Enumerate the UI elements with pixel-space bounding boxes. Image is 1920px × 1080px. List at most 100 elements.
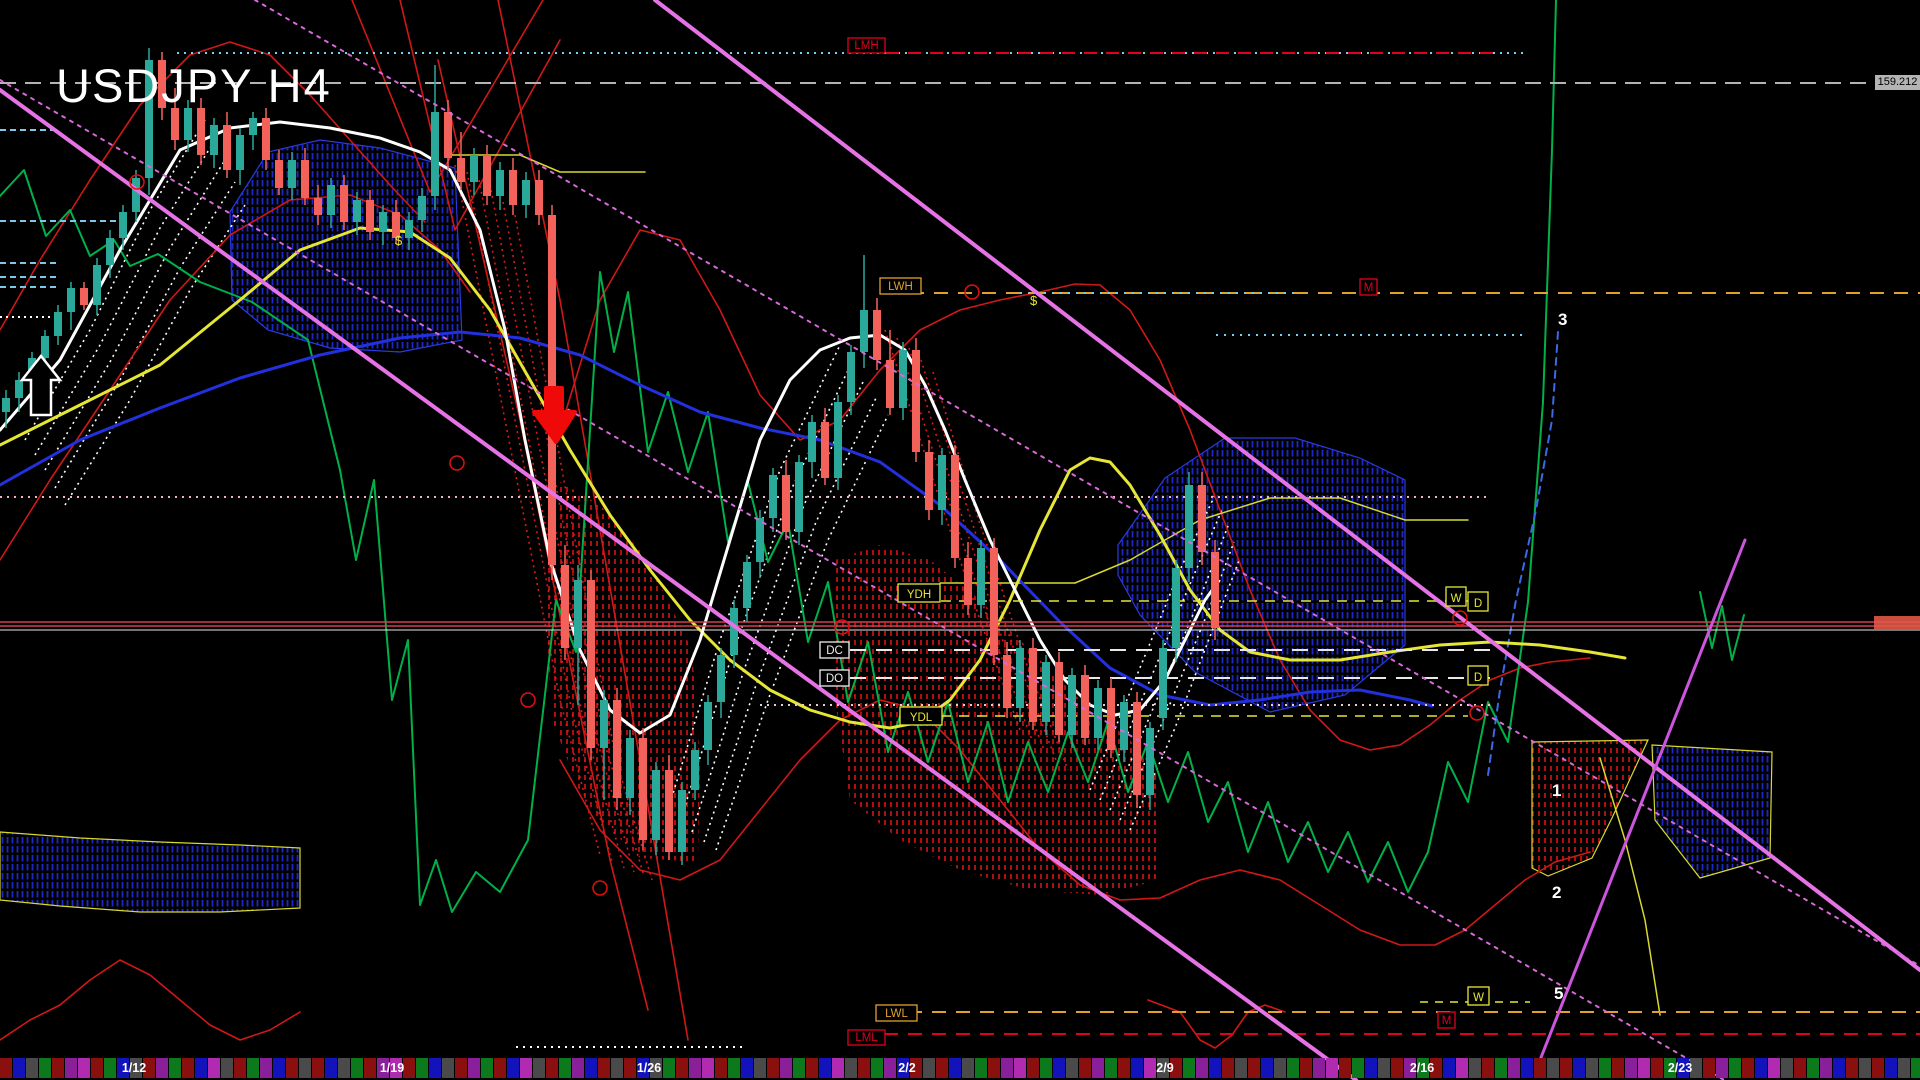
chart-window: USDJPY H4 159.212 $$3125 LMHLWHMYDHDCDOY…: [0, 0, 1920, 1080]
timeline-strip-block: [663, 1058, 675, 1078]
timeline-strip-block: [1859, 1058, 1871, 1078]
date-label: 2/2: [898, 1061, 915, 1075]
dc-label: DC: [826, 645, 843, 657]
timeline-strip-block: [52, 1058, 64, 1078]
timeline-strip-block: [1755, 1058, 1767, 1078]
timeline-strip-block: [481, 1058, 493, 1078]
timeline-strip-block: [871, 1058, 883, 1078]
date-label: 1/12: [122, 1061, 146, 1075]
lwh-label: LWH: [888, 281, 913, 293]
weekly-pivot-label: W: [1451, 593, 1462, 605]
candle-bull: [405, 220, 413, 238]
timeline-strip-block: [403, 1058, 415, 1078]
candle-bull: [470, 155, 478, 182]
timeline-strip-block: [1066, 1058, 1078, 1078]
timeline-strip-block: [351, 1058, 363, 1078]
do-label: DO: [826, 673, 843, 685]
monthly-low-label: M: [1442, 1015, 1452, 1027]
date-label: 1/19: [380, 1061, 404, 1075]
timeline-strip-block: [1365, 1058, 1377, 1078]
candle-bear: [535, 180, 543, 215]
candle-bull: [938, 455, 946, 510]
timeline-strip-block: [26, 1058, 38, 1078]
timeline-strip-block: [611, 1058, 623, 1078]
timeline-strip-block: [39, 1058, 51, 1078]
candle-bear: [275, 160, 283, 188]
timeline-strip-block: [221, 1058, 233, 1078]
candle-bull: [496, 170, 504, 196]
candle-bear: [665, 770, 673, 852]
timeline-strip-block: [845, 1058, 857, 1078]
timeline-strip-block: [975, 1058, 987, 1078]
timeline-strip-block: [715, 1058, 727, 1078]
timeline-strip-block: [1482, 1058, 1494, 1078]
lmh-label: LMH: [854, 40, 878, 52]
candle-bull: [847, 352, 855, 402]
timeline-strip-block: [13, 1058, 25, 1078]
timeline-strip-block: [1716, 1058, 1728, 1078]
daily-pivot-label-2: D: [1474, 672, 1482, 684]
currency-marker-icon: $: [1030, 293, 1038, 308]
timeline-strip-block: [247, 1058, 259, 1078]
timeline-strip-block: [1209, 1058, 1221, 1078]
timeline-strip-block: [1144, 1058, 1156, 1078]
timeline-strip-block: [585, 1058, 597, 1078]
date-label: 2/23: [1668, 1061, 1692, 1075]
candle-bull: [2, 398, 10, 412]
candle-bear: [1211, 552, 1219, 628]
timeline-strip-block: [754, 1058, 766, 1078]
timeline-strip-block: [442, 1058, 454, 1078]
ydh-label: YDH: [907, 589, 931, 601]
candle-bear: [782, 475, 790, 532]
candle-bull: [54, 312, 62, 336]
timeline-strip-block: [702, 1058, 714, 1078]
candle-bear: [1133, 702, 1141, 795]
timeline-strip-block: [1105, 1058, 1117, 1078]
candle-bull: [652, 770, 660, 840]
timeline-strip-block: [338, 1058, 350, 1078]
wave-count-label: 3: [1558, 310, 1567, 329]
timeline-strip-block: [1287, 1058, 1299, 1078]
candle-bear: [1198, 485, 1206, 552]
timeline-strip-block: [780, 1058, 792, 1078]
timeline-strip-block: [195, 1058, 207, 1078]
candle-bear: [223, 125, 231, 170]
candle-bear: [561, 565, 569, 648]
candle-bear: [821, 422, 829, 478]
timeline-strip-block: [416, 1058, 428, 1078]
timeline-strip-block: [1573, 1058, 1585, 1078]
monthly-high-label: M: [1364, 282, 1374, 294]
wave-count-label: 1: [1552, 781, 1561, 800]
timeline-strip-block: [1612, 1058, 1624, 1078]
candle-bear: [366, 200, 374, 232]
timeline-strip-block: [169, 1058, 181, 1078]
signal-circle-icon: [1470, 706, 1484, 720]
signal-circle-icon: [521, 693, 535, 707]
timeline-strip-block: [988, 1058, 1000, 1078]
candle-bear: [509, 170, 517, 205]
candle-bull: [808, 422, 816, 462]
timeline-strip-block: [1781, 1058, 1793, 1078]
red-envelope-upper-right: [560, 230, 1590, 750]
candle-bull: [522, 180, 530, 205]
candle-bull: [704, 702, 712, 750]
candle-bear: [951, 455, 959, 558]
timeline-strip-block: [494, 1058, 506, 1078]
timeline-strip-block: [1521, 1058, 1533, 1078]
cloud-bottom-left-blue: [0, 832, 300, 912]
timeline-strip-block: [1183, 1058, 1195, 1078]
timeline-strip-block: [559, 1058, 571, 1078]
timeline-strip-block: [1729, 1058, 1741, 1078]
candle-bull: [106, 238, 114, 265]
timeline-strip-block: [1495, 1058, 1507, 1078]
candle-bull: [574, 580, 582, 648]
timeline-strip-block: [1560, 1058, 1572, 1078]
candle-bull: [691, 750, 699, 790]
timeline-strip-block: [1131, 1058, 1143, 1078]
timeline-strip-block: [624, 1058, 636, 1078]
timeline-strip-block: [1534, 1058, 1546, 1078]
timeline-strip-block: [468, 1058, 480, 1078]
timeline-strip-block: [1547, 1058, 1559, 1078]
wave-count-label: 5: [1554, 984, 1563, 1003]
candle-bull: [1094, 688, 1102, 738]
